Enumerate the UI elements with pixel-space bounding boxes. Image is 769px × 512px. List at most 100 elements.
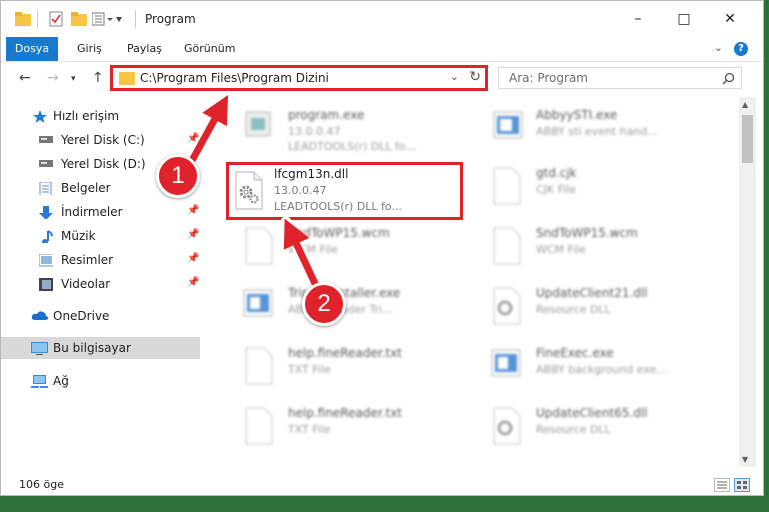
sidebar-item-downloads[interactable]: İndirmeler 📌 (1, 201, 200, 223)
search-input[interactable]: Ara: Program (498, 67, 742, 89)
tab-share[interactable]: Paylaş (127, 37, 162, 61)
sidebar-item-label: Yerel Disk (D:) (61, 157, 146, 171)
exe-icon (243, 289, 273, 317)
large-icons-view-icon[interactable] (734, 478, 750, 492)
list-item[interactable]: gtd.cjk CJK File (478, 162, 718, 218)
file-detail: CJK File (536, 183, 577, 196)
separator (135, 10, 136, 28)
network-icon (31, 374, 48, 388)
sidebar-item-quick-access[interactable]: Hızlı erişim (1, 105, 200, 127)
file-detail: ABBY sti event hand... (536, 125, 658, 138)
minimize-button[interactable]: – (615, 1, 661, 37)
customize-toolbar-icon[interactable] (92, 10, 122, 28)
list-item[interactable]: SndToWP15.wcm WCM File (230, 222, 470, 278)
sidebar-item-pictures[interactable]: Resimler 📌 (1, 249, 200, 271)
highlighted-file-item[interactable]: lfcgm13n.dll 13.0.0.47 LEADTOOLS(r) DLL … (226, 162, 463, 220)
details-view-icon[interactable] (714, 478, 730, 492)
scroll-down-icon[interactable]: ▼ (742, 455, 748, 464)
file-description: LEADTOOLS(r) DLL fo... (288, 140, 416, 153)
sidebar-item-label: Belgeler (61, 181, 111, 195)
folder-icon (119, 72, 135, 85)
tab-file[interactable]: Dosya (6, 37, 58, 61)
star-icon (33, 109, 47, 123)
list-item[interactable]: program.exe 13.0.0.47 LEADTOOLS(r) DLL f… (230, 104, 470, 160)
drive-icon (39, 159, 53, 167)
tab-home[interactable]: Giriş (77, 37, 102, 61)
pictures-icon (39, 253, 53, 266)
explorer-window: Program – □ ✕ Dosya Giriş Paylaş Görünüm… (0, 0, 764, 496)
sidebar-item-label: Yerel Disk (C:) (61, 133, 145, 147)
pin-icon[interactable]: 📌 (187, 253, 199, 264)
sidebar-item-onedrive[interactable]: OneDrive (1, 305, 200, 327)
help-icon[interactable]: ? (734, 42, 748, 56)
exe-icon (491, 349, 521, 377)
file-name: gtd.cjk (536, 166, 577, 180)
up-arrow-icon[interactable]: ↑ (92, 70, 104, 86)
pin-icon[interactable]: 📌 (187, 133, 199, 144)
list-item[interactable]: UpdateClient65.dll Resource DLL (478, 402, 718, 458)
file-detail: 13.0.0.47 (288, 125, 341, 138)
callout-badge-one: 1 (156, 154, 200, 198)
properties-icon[interactable] (49, 10, 63, 28)
pin-icon[interactable]: 📌 (187, 229, 199, 240)
list-item[interactable]: FineExec.exe ABBY background exe... (478, 342, 718, 398)
file-detail: WCM File (288, 243, 338, 256)
sidebar-item-label: Müzik (61, 229, 96, 243)
list-item[interactable]: TrippleInstaller.exe ABBYY Reader Tri... (230, 282, 470, 338)
search-placeholder: Ara: Program (509, 71, 588, 85)
refresh-icon[interactable]: ↻ (469, 69, 481, 85)
close-button[interactable]: ✕ (707, 1, 753, 37)
callout-badge-two: 2 (302, 282, 346, 326)
file-detail: TXT File (288, 423, 331, 436)
file-version: 13.0.0.47 (274, 184, 327, 197)
dll-gear-icon (235, 171, 263, 210)
exe-icon (493, 111, 523, 139)
new-folder-icon[interactable] (71, 10, 87, 28)
list-item[interactable]: help.fineReader.txt TXT File (230, 342, 470, 398)
sidebar-item-label: Hızlı erişim (53, 109, 120, 123)
sidebar-item-this-pc[interactable]: Bu bilgisayar (1, 337, 200, 359)
pin-icon[interactable]: 📌 (187, 205, 199, 216)
forward-arrow-icon[interactable]: → (47, 70, 59, 86)
sidebar-item-label: Ağ (53, 374, 69, 388)
title-bar: Program – □ ✕ (1, 1, 763, 37)
file-icon (245, 227, 273, 265)
file-name: help.fineReader.txt (288, 406, 402, 420)
sidebar-item-videos[interactable]: Videolar 📌 (1, 273, 200, 295)
scrollbar-thumb[interactable] (742, 115, 753, 163)
file-name: help.fineReader.txt (288, 346, 402, 360)
videos-icon (39, 277, 53, 291)
address-bar[interactable]: C:\Program Files\Program Dizini ⌄ ↻ (110, 65, 488, 91)
chevron-down-icon[interactable]: ⌄ (450, 70, 459, 83)
address-path: C:\Program Files\Program Dizini (140, 71, 329, 85)
sidebar-item-drive-c[interactable]: Yerel Disk (C:) 📌 (1, 129, 200, 151)
sidebar-item-label: Bu bilgisayar (53, 341, 131, 355)
recent-locations-icon[interactable]: ▾ (71, 74, 76, 84)
window-title: Program (145, 12, 196, 26)
file-name: UpdateClient21.dll (536, 286, 648, 300)
pin-icon[interactable]: 📌 (187, 277, 199, 288)
sidebar-item-label: İndirmeler (61, 205, 123, 219)
list-item[interactable]: help.fineReader.txt TXT File (230, 402, 470, 458)
file-detail: ABBY background exe... (536, 363, 667, 376)
scroll-up-icon[interactable]: ▲ (742, 100, 748, 109)
list-item[interactable]: UpdateClient21.dll Resource DLL (478, 282, 718, 338)
music-icon (42, 229, 53, 243)
tab-view[interactable]: Görünüm (184, 37, 235, 61)
cloud-icon (31, 310, 49, 320)
file-name: AbbyySTI.exe (536, 108, 618, 122)
drive-icon (39, 135, 53, 143)
sidebar-item-network[interactable]: Ağ (1, 370, 200, 392)
file-list: program.exe 13.0.0.47 LEADTOOLS(r) DLL f… (216, 102, 738, 462)
sidebar-item-label: OneDrive (53, 309, 110, 323)
list-item[interactable]: AbbyySTI.exe ABBY sti event hand... (478, 104, 718, 160)
file-name: SndToWP15.wcm (288, 226, 390, 240)
expand-ribbon-icon[interactable]: ⌄ (714, 41, 723, 54)
file-detail: Resource DLL (536, 303, 611, 316)
maximize-button[interactable]: □ (661, 1, 707, 37)
file-name: UpdateClient65.dll (536, 406, 648, 420)
back-arrow-icon[interactable]: ← (19, 70, 31, 86)
list-item[interactable]: SndToWP15.wcm WCM File (478, 222, 718, 278)
vertical-scrollbar[interactable]: ▲ ▼ (739, 97, 756, 467)
sidebar-item-music[interactable]: Müzik 📌 (1, 225, 200, 247)
